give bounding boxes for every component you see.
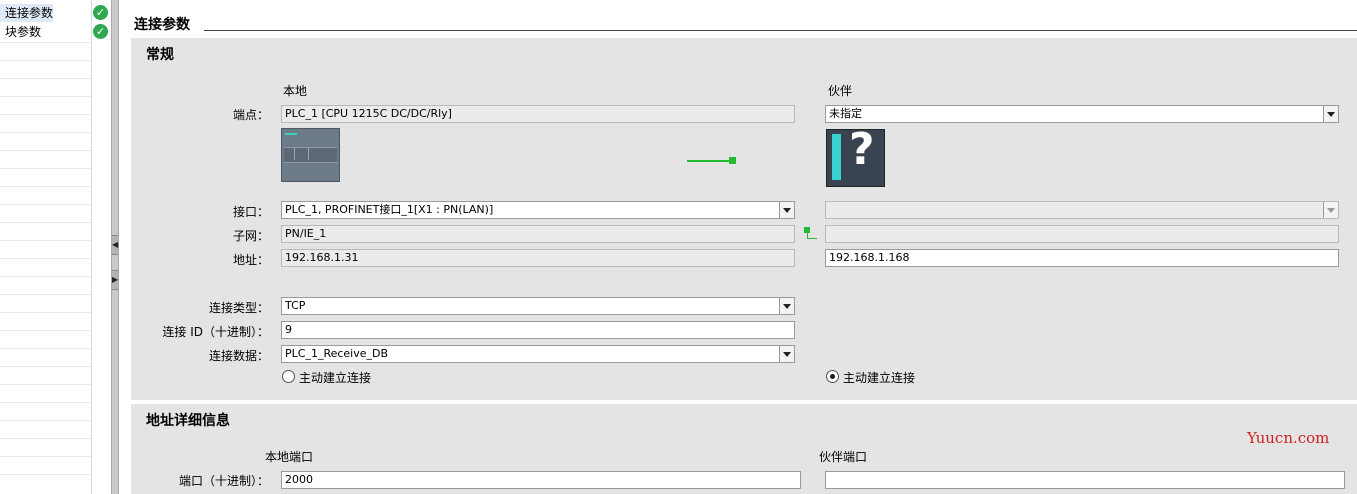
local-subnet-field: PN/IE_1: [281, 225, 795, 243]
plc-cpu-image: [281, 128, 340, 182]
port-label: 端口（十进制）：: [178, 474, 269, 488]
chevron-down-icon[interactable]: [779, 202, 794, 218]
conn-type-select[interactable]: TCP: [281, 297, 795, 315]
connection-endpoint-marker: [729, 157, 736, 164]
divider: [0, 384, 91, 385]
interface-label: 接口：: [232, 205, 269, 219]
chevron-down-icon[interactable]: [1323, 106, 1338, 122]
partner-active-radio[interactable]: [826, 370, 839, 383]
nav-item-label: 块参数: [5, 25, 42, 39]
local-interface-value: PLC_1, PROFINET接口_1[X1 : PN(LAN)]: [285, 203, 494, 216]
nav-item-block-params[interactable]: 块参数: [0, 23, 41, 41]
divider: [0, 456, 91, 457]
watermark: Yuucn.com: [1247, 429, 1330, 447]
subnet-label: 子网：: [232, 229, 269, 243]
address-label: 地址：: [232, 253, 269, 267]
nav-item-connection-params[interactable]: 连接参数: [0, 4, 54, 22]
divider: [0, 294, 91, 295]
divider: [0, 42, 91, 43]
conn-type-value: TCP: [285, 299, 306, 312]
divider: [0, 330, 91, 331]
divider: [0, 60, 91, 61]
partner-header: 伙伴: [828, 84, 853, 98]
divider: [0, 114, 91, 115]
divider: [0, 402, 91, 403]
conn-data-label: 连接数据：: [208, 349, 269, 363]
divider: [0, 132, 91, 133]
local-header: 本地: [283, 84, 308, 98]
general-title: 常规: [146, 47, 174, 63]
endpoint-label: 端点：: [232, 108, 269, 122]
partner-endpoint-value: 未指定: [829, 107, 862, 120]
nav-column-divider: [91, 0, 92, 494]
chevron-down-icon[interactable]: [779, 346, 794, 362]
title-rule: [204, 30, 1357, 31]
check-circle-icon: ✓: [93, 5, 108, 20]
unknown-device-icon: ?: [826, 124, 885, 187]
divider: [0, 240, 91, 241]
section-title: 连接参数: [134, 17, 190, 33]
nav-item-label: 连接参数: [5, 6, 54, 20]
partner-active-label[interactable]: 主动建立连接: [843, 369, 915, 386]
main-content: 连接参数 常规 本地 伙伴 端点： PLC_1 [CPU 1215C DC/DC…: [120, 0, 1357, 494]
general-panel: 常规 本地 伙伴 端点： PLC_1 [CPU 1215C DC/DC/Rly]…: [131, 38, 1357, 400]
divider: [0, 474, 91, 475]
address-details-panel: 地址详细信息 本地端口 伙伴端口 端口（十进制）： 2000: [131, 404, 1357, 494]
divider: [0, 420, 91, 421]
divider: [0, 438, 91, 439]
chevron-down-icon: [1323, 202, 1338, 218]
address-details-title: 地址详细信息: [146, 413, 230, 429]
local-port-header: 本地端口: [265, 450, 314, 464]
divider: [0, 366, 91, 367]
subnet-connector-line: [807, 238, 817, 239]
local-active-radio[interactable]: [282, 370, 295, 383]
local-endpoint-field: PLC_1 [CPU 1215C DC/DC/Rly]: [281, 105, 795, 123]
pane-splitter[interactable]: ◀ ▶: [111, 0, 119, 494]
local-active-label[interactable]: 主动建立连接: [299, 369, 371, 386]
divider: [0, 258, 91, 259]
partner-address-input[interactable]: 192.168.1.168: [825, 249, 1339, 267]
divider: [0, 150, 91, 151]
divider: [0, 168, 91, 169]
divider: [0, 78, 91, 79]
partner-interface-select: [825, 201, 1339, 219]
local-address-field: 192.168.1.31: [281, 249, 795, 267]
divider: [0, 348, 91, 349]
collapse-left-icon[interactable]: ◀: [112, 235, 118, 255]
partner-endpoint-select[interactable]: 未指定: [825, 105, 1339, 123]
divider: [0, 222, 91, 223]
expand-right-icon[interactable]: ▶: [112, 270, 118, 290]
partner-port-header: 伙伴端口: [819, 450, 868, 464]
connection-line: [687, 160, 729, 162]
partner-subnet-field: [825, 225, 1339, 243]
conn-data-value: PLC_1_Receive_DB: [285, 347, 389, 360]
chevron-down-icon[interactable]: [779, 298, 794, 314]
conn-data-select[interactable]: PLC_1_Receive_DB: [281, 345, 795, 363]
conn-id-label: 连接 ID（十进制）：: [162, 325, 269, 339]
partner-port-input[interactable]: [825, 471, 1345, 489]
navigation-pane: 连接参数 块参数 ✓ ✓: [0, 0, 112, 494]
divider: [0, 96, 91, 97]
divider: [0, 312, 91, 313]
divider: [0, 186, 91, 187]
check-circle-icon: ✓: [93, 24, 108, 39]
local-interface-select[interactable]: PLC_1, PROFINET接口_1[X1 : PN(LAN)]: [281, 201, 795, 219]
divider: [0, 204, 91, 205]
divider: [0, 276, 91, 277]
conn-id-input[interactable]: 9: [281, 321, 795, 339]
conn-type-label: 连接类型：: [208, 301, 269, 315]
local-port-input[interactable]: 2000: [281, 471, 801, 489]
